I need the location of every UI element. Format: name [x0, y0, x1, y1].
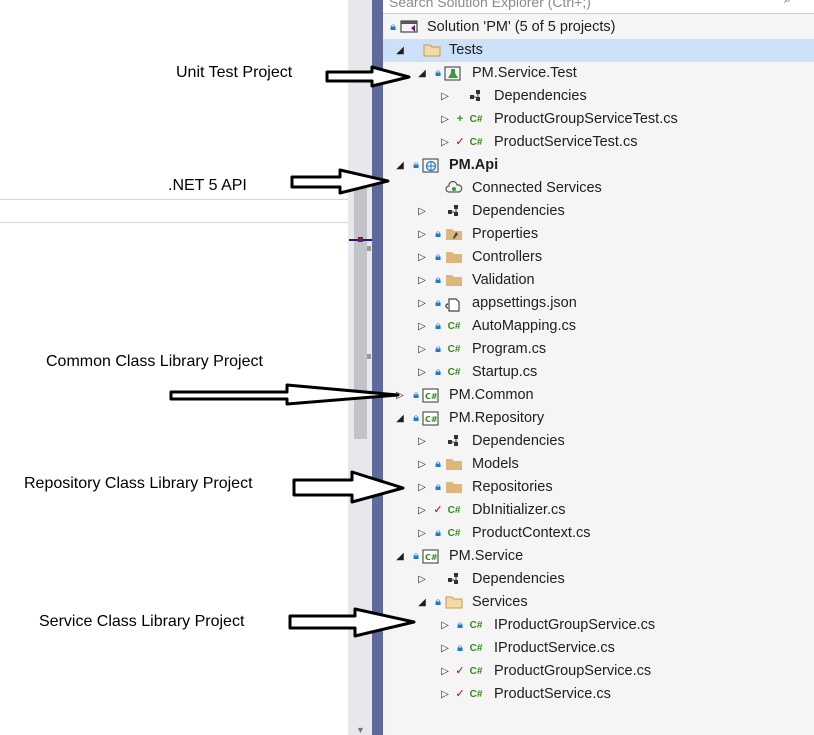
arrow-unit-test — [325, 65, 411, 88]
annotation-arrows — [169, 65, 416, 638]
arrow-api — [290, 168, 390, 195]
arrow-repository — [292, 470, 405, 504]
arrow-common — [169, 383, 400, 406]
arrow-service — [288, 607, 416, 638]
